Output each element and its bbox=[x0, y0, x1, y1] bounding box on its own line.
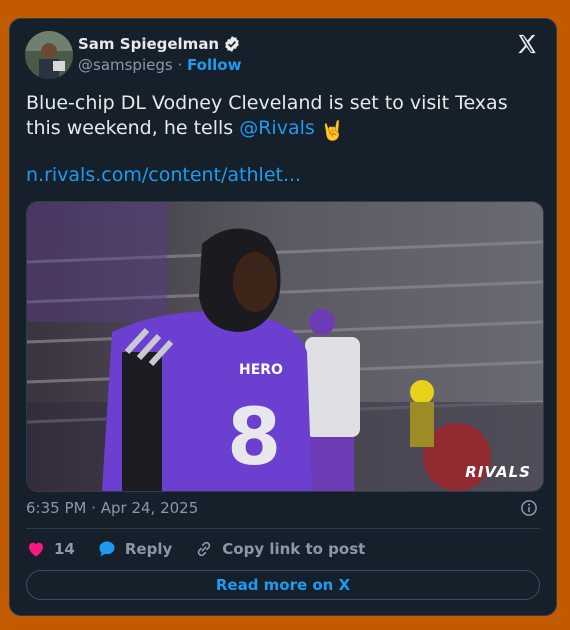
jersey-number: 8 bbox=[227, 393, 281, 483]
divider bbox=[26, 528, 540, 529]
tweet-timestamp[interactable]: 6:35 PM · Apr 24, 2025 bbox=[26, 499, 198, 517]
avatar[interactable] bbox=[25, 31, 73, 79]
tweet-media-image[interactable]: HERO 8 RIVALS bbox=[26, 201, 544, 492]
like-count: 14 bbox=[54, 540, 75, 558]
reply-button[interactable]: Reply bbox=[97, 539, 172, 559]
reply-bubble-icon bbox=[99, 541, 115, 557]
reply-label: Reply bbox=[124, 540, 173, 558]
copy-link-button[interactable]: Copy link to post bbox=[194, 539, 365, 559]
copy-link-label: Copy link to post bbox=[222, 540, 366, 558]
rivals-watermark: RIVALS bbox=[465, 463, 531, 481]
author-handle-row: @samspiegs · Follow bbox=[78, 56, 241, 74]
read-more-button[interactable]: Read more on X bbox=[26, 570, 540, 600]
mention-link[interactable]: @Rivals bbox=[239, 117, 315, 139]
link-icon bbox=[198, 541, 211, 557]
like-button[interactable]: 14 bbox=[26, 539, 75, 559]
follow-button[interactable]: Follow bbox=[187, 56, 241, 74]
x-logo-icon[interactable] bbox=[516, 33, 538, 55]
rock-hand-emoji: 🤘 bbox=[320, 120, 345, 142]
separator-dot: · bbox=[177, 56, 183, 74]
heart-icon bbox=[28, 542, 44, 557]
info-icon[interactable] bbox=[520, 499, 538, 517]
action-bar: 14 Reply Copy link to post bbox=[26, 539, 365, 559]
author-name[interactable]: Sam Spiegelman bbox=[78, 35, 219, 53]
article-link[interactable]: n.rivals.com/content/athlet... bbox=[26, 163, 301, 188]
jersey-text: HERO bbox=[239, 362, 283, 378]
author-handle[interactable]: @samspiegs bbox=[78, 56, 173, 74]
tweet-text: Blue-chip DL Vodney Cleveland is set to … bbox=[26, 91, 546, 144]
tweet-card: Sam Spiegelman @samspiegs · Follow Blue-… bbox=[9, 18, 557, 616]
verified-badge-icon bbox=[225, 36, 239, 52]
